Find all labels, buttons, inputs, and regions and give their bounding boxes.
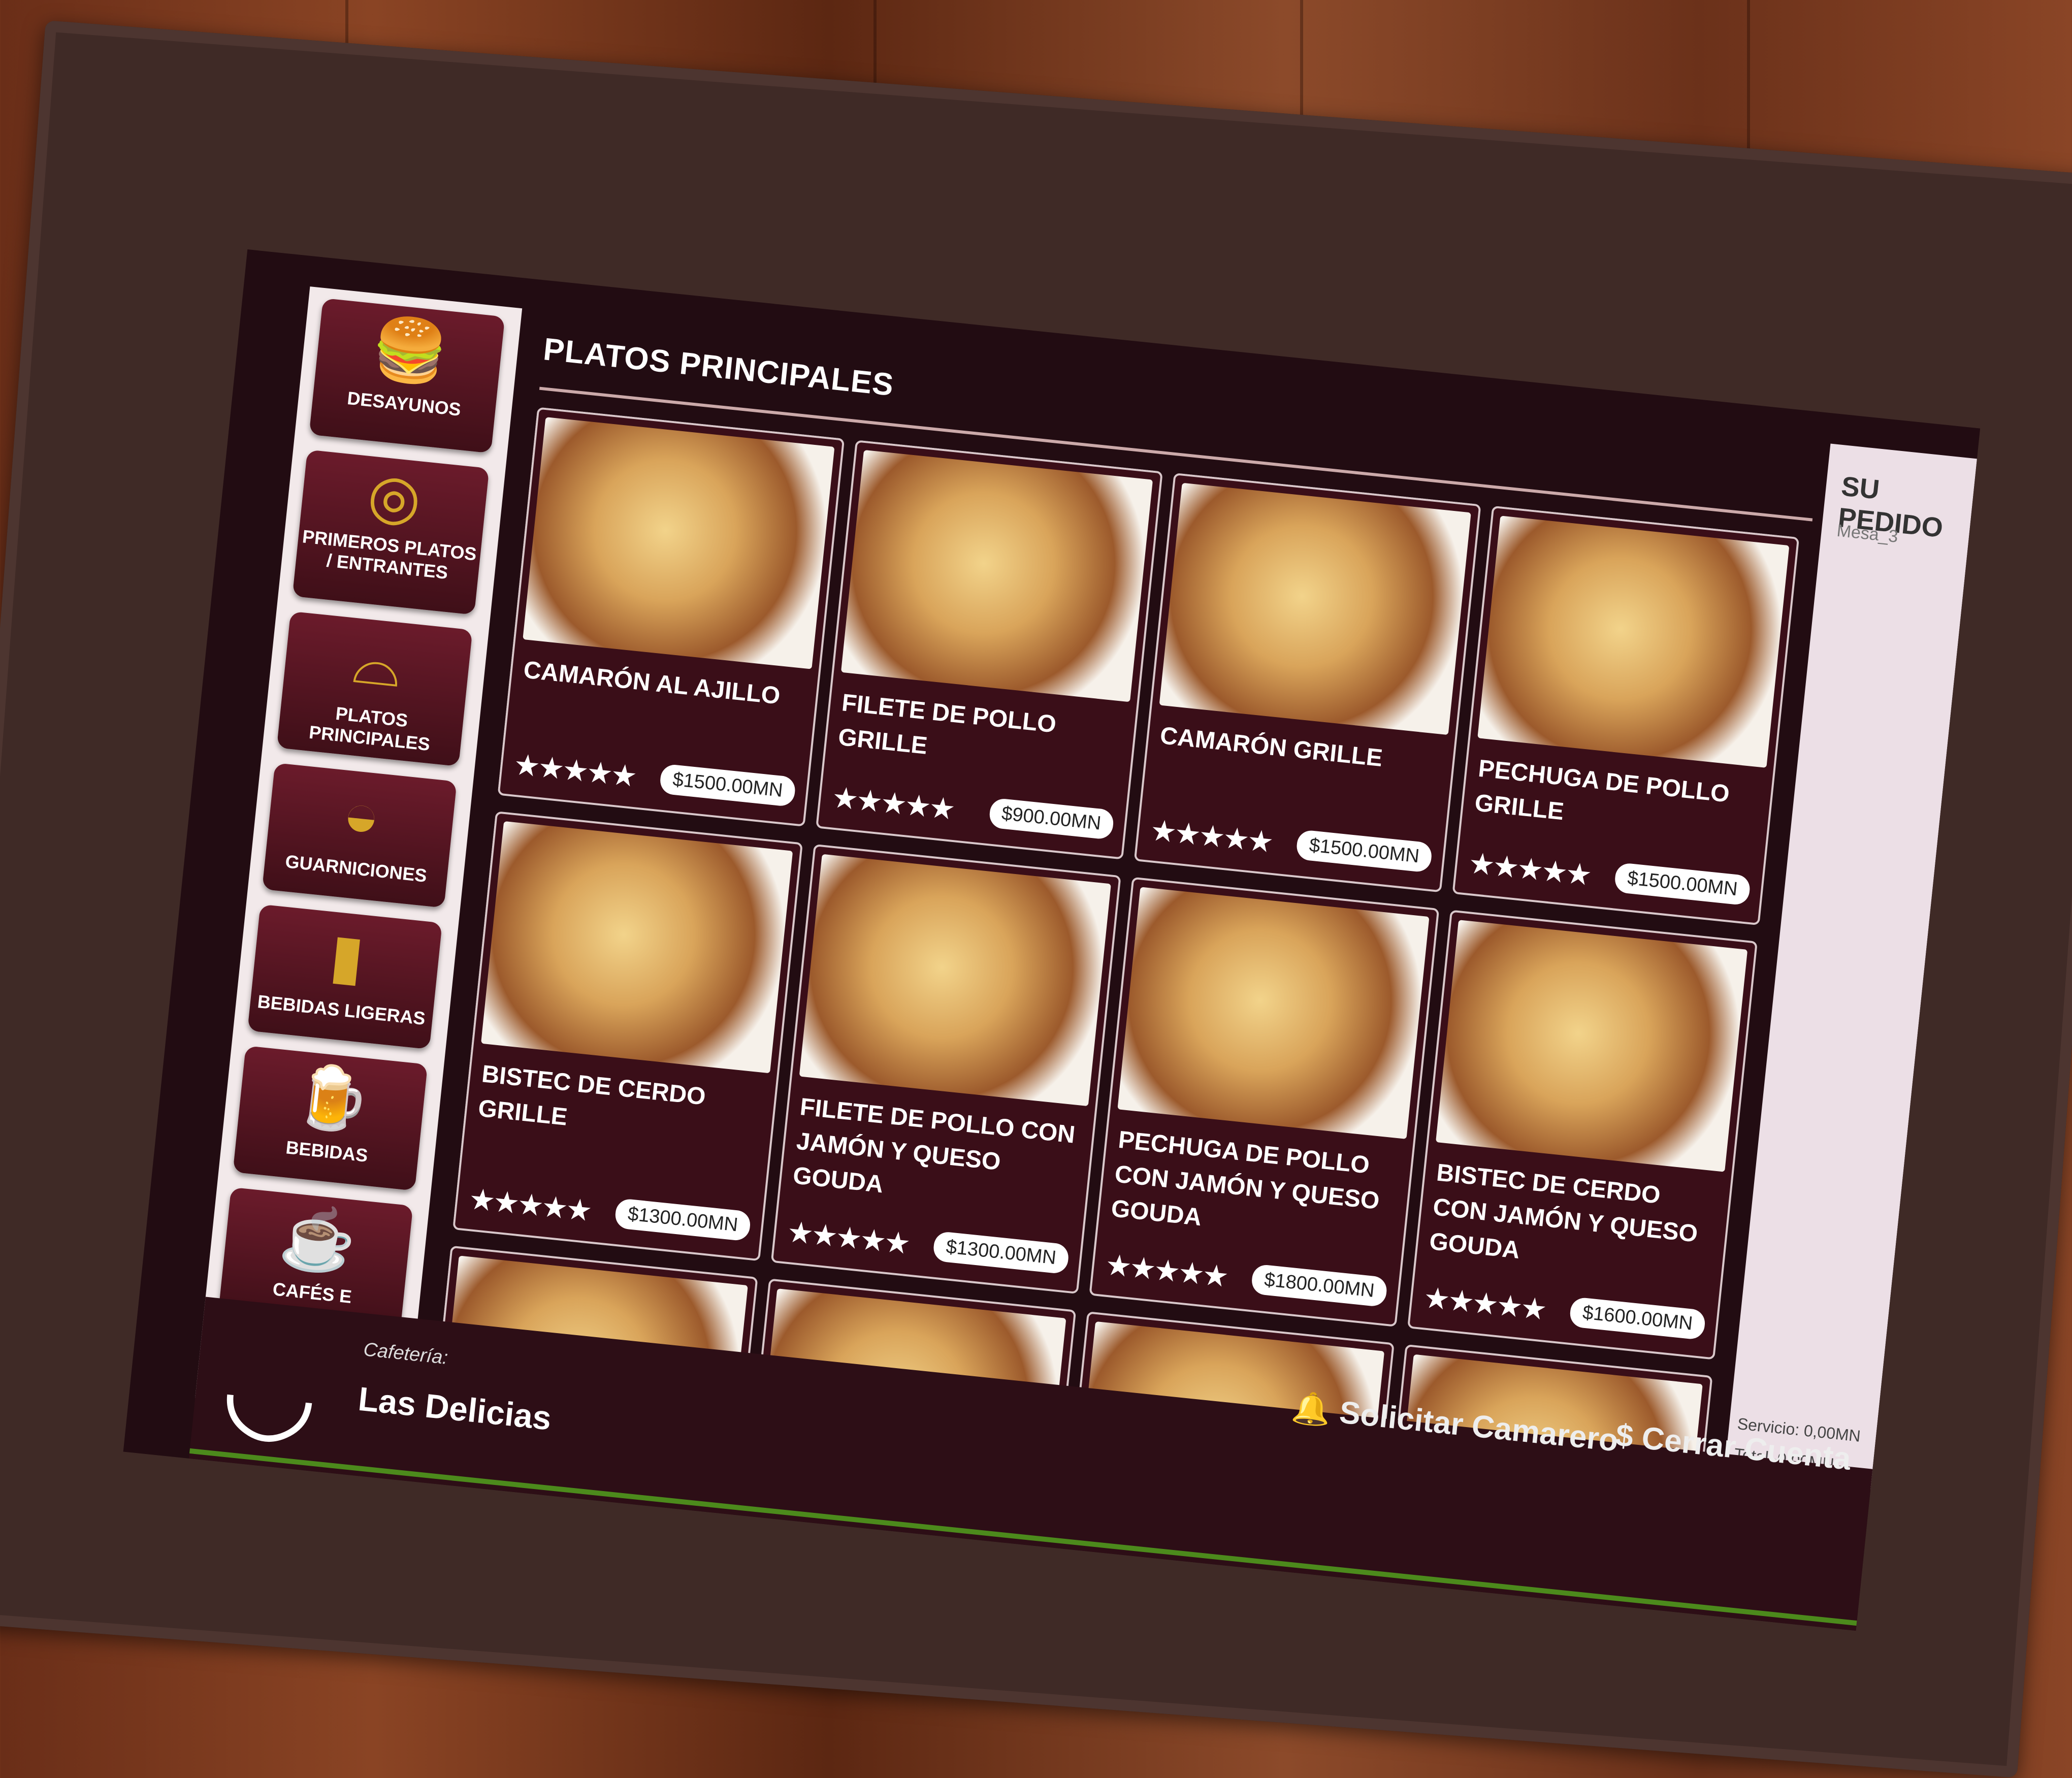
tablet-bezel: 🍔 DESAYUNOS ◎ PRIMEROS PLATOS / ENTRANTE… xyxy=(0,20,2072,1778)
price-badge: $1800.00MN xyxy=(1250,1264,1388,1308)
rating-stars: ★★★★★ xyxy=(1148,814,1274,859)
category-guarniciones[interactable]: ◒ GUARNICIONES xyxy=(262,763,457,908)
dollar-icon: $ xyxy=(1614,1417,1635,1454)
dish-card[interactable]: FILETE DE POLLO GRILLE ★★★★★ $900.00MN xyxy=(816,440,1163,860)
rating-stars: ★★★★★ xyxy=(1467,846,1592,892)
rating-stars: ★★★★★ xyxy=(512,748,637,793)
dish-photo xyxy=(1477,515,1790,768)
dish-photo xyxy=(1436,920,1748,1172)
category-primeros-platos[interactable]: ◎ PRIMEROS PLATOS / ENTRANTES xyxy=(292,449,490,615)
price-badge: $1500.00MN xyxy=(659,763,797,807)
price-badge: $1600.00MN xyxy=(1569,1297,1706,1341)
price-badge: $1500.00MN xyxy=(1296,829,1433,873)
dish-name: FILETE DE POLLO GRILLE xyxy=(837,689,1058,760)
dish-name: FILETE DE POLLO CON JAMÓN Y QUESO GOUDA xyxy=(791,1093,1077,1199)
bell-icon: 🔔 xyxy=(1290,1389,1333,1429)
dish-card[interactable]: PECHUGA DE POLLO GRILLE ★★★★★ $1500.00MN xyxy=(1452,505,1800,926)
dish-photo xyxy=(523,417,835,669)
dish-name: BISTEC DE CERDO GRILLE xyxy=(477,1060,707,1131)
dish-name: PECHUGA DE POLLO GRILLE xyxy=(1473,755,1731,826)
kiosk-screen: 🍔 DESAYUNOS ◎ PRIMEROS PLATOS / ENTRANTE… xyxy=(123,249,1981,1631)
price-badge: $1300.00MN xyxy=(932,1231,1070,1275)
category-desayunos[interactable]: 🍔 DESAYUNOS xyxy=(309,298,505,454)
dish-name: PECHUGA DE POLLO CON JAMÓN Y QUESO GOUDA xyxy=(1110,1126,1381,1232)
price-badge: $1500.00MN xyxy=(1613,862,1752,906)
dish-card[interactable]: BISTEC DE CERDO GRILLE ★★★★★ $1300.00MN xyxy=(452,811,803,1262)
dish-photo xyxy=(799,854,1111,1107)
bowl-logo-icon: ◡ xyxy=(215,1322,326,1457)
dish-photo xyxy=(840,449,1153,702)
category-platos-principales[interactable]: ⌓ PLATOS PRINCIPALES xyxy=(276,611,473,767)
dish-name: BISTEC DE CERDO CON JAMÓN Y QUESO GOUDA xyxy=(1428,1159,1699,1264)
rating-stars: ★★★★★ xyxy=(1104,1248,1228,1294)
dish-card[interactable]: CAMARÓN AL AJILLO ★★★★★ $1500.00MN xyxy=(497,407,845,827)
category-bebidas[interactable]: 🍺 BEBIDAS xyxy=(233,1046,428,1191)
dish-card[interactable]: PECHUGA DE POLLO CON JAMÓN Y QUESO GOUDA… xyxy=(1089,877,1440,1327)
dish-photo xyxy=(1117,887,1430,1139)
dish-card[interactable]: FILETE DE POLLO CON JAMÓN Y QUESO GOUDA … xyxy=(770,844,1121,1295)
rating-stars: ★★★★★ xyxy=(467,1182,592,1228)
dish-photo xyxy=(1159,482,1471,735)
price-badge: $900.00MN xyxy=(988,797,1115,840)
rating-stars: ★★★★★ xyxy=(785,1215,911,1261)
category-bebidas-ligeras[interactable]: ▮ BEBIDAS LIGERAS xyxy=(247,904,442,1050)
rating-stars: ★★★★★ xyxy=(830,781,955,826)
dish-card[interactable]: CAMARÓN GRILLE ★★★★★ $1500.00MN xyxy=(1134,472,1481,893)
dish-photo xyxy=(481,821,793,1074)
price-badge: $1300.00MN xyxy=(614,1198,752,1242)
dish-card[interactable]: BISTEC DE CERDO CON JAMÓN Y QUESO GOUDA … xyxy=(1407,910,1758,1360)
rating-stars: ★★★★★ xyxy=(1422,1281,1547,1327)
